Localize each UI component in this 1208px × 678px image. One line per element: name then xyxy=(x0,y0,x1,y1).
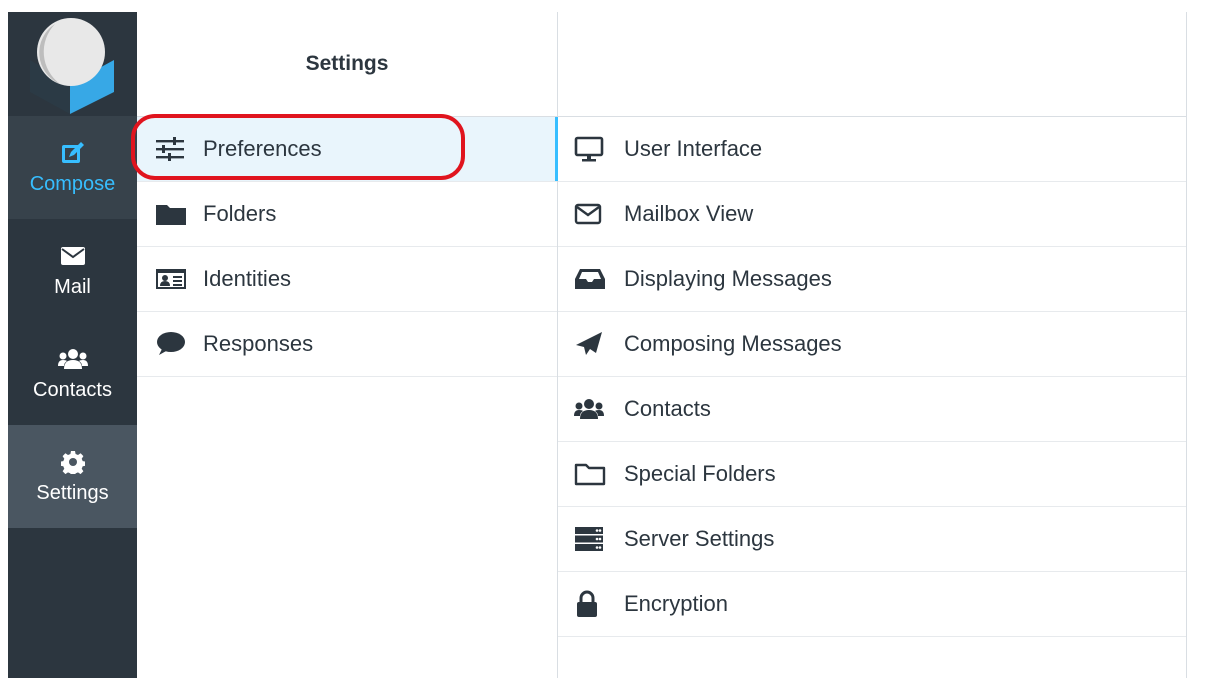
nav-settings[interactable]: Settings xyxy=(8,425,137,528)
app-logo xyxy=(8,12,137,116)
page-title: Settings xyxy=(305,52,389,75)
roundcube-logo-icon xyxy=(30,18,114,114)
settings-item-label: Responses xyxy=(203,331,314,356)
top-spacer xyxy=(8,0,1208,12)
settings-item-identities[interactable]: Identities xyxy=(137,247,557,312)
nav-compose-label: Compose xyxy=(29,173,116,195)
users-icon xyxy=(57,345,88,373)
users-icon xyxy=(574,395,608,423)
pref-item-label: Displaying Messages xyxy=(624,266,832,291)
envelope-icon xyxy=(60,242,86,270)
nav-settings-label: Settings xyxy=(36,482,109,504)
pref-item-label: Encryption xyxy=(624,591,728,616)
pref-item-label: Composing Messages xyxy=(624,331,842,356)
preferences-sections-panel: User Interface Mailbox View Displaying M… xyxy=(558,12,1187,678)
monitor-icon xyxy=(574,135,608,163)
settings-item-label: Identities xyxy=(203,266,292,291)
pref-item-label: Mailbox View xyxy=(624,201,754,226)
pref-item-label: Contacts xyxy=(624,396,711,421)
nav-contacts-label: Contacts xyxy=(33,379,112,401)
settings-item-preferences[interactable]: Preferences xyxy=(137,117,558,182)
nav-compose[interactable]: Compose xyxy=(8,116,137,219)
settings-header: Settings xyxy=(137,12,557,117)
inbox-icon xyxy=(574,265,608,293)
pref-item-composing-messages[interactable]: Composing Messages xyxy=(558,312,1186,377)
server-icon xyxy=(574,525,608,553)
paper-plane-icon xyxy=(574,330,608,358)
id-card-icon xyxy=(155,265,191,293)
speech-bubble-icon xyxy=(155,330,191,358)
nav-contacts[interactable]: Contacts xyxy=(8,322,137,425)
settings-item-responses[interactable]: Responses xyxy=(137,312,557,377)
gear-icon xyxy=(60,448,85,476)
pref-item-mailbox-view[interactable]: Mailbox View xyxy=(558,182,1186,247)
pref-item-label: User Interface xyxy=(624,136,763,161)
pref-item-server-settings[interactable]: Server Settings xyxy=(558,507,1186,572)
sliders-icon xyxy=(155,135,191,163)
settings-item-label: Folders xyxy=(203,201,277,226)
pref-item-contacts[interactable]: Contacts xyxy=(558,377,1186,442)
pref-item-label: Special Folders xyxy=(624,461,776,486)
envelope-outline-icon xyxy=(574,200,608,228)
settings-sections-panel: Settings Preferences Folders Identities … xyxy=(137,12,558,678)
settings-item-label: Preferences xyxy=(203,136,322,161)
nav-mail[interactable]: Mail xyxy=(8,219,137,322)
main-navigation: Compose Mail Contacts Settings xyxy=(8,12,137,678)
nav-mail-label: Mail xyxy=(54,276,91,298)
pref-item-special-folders[interactable]: Special Folders xyxy=(558,442,1186,507)
lock-icon xyxy=(574,590,608,618)
compose-icon xyxy=(60,139,86,167)
preferences-header xyxy=(558,12,1186,117)
pref-item-encryption[interactable]: Encryption xyxy=(558,572,1186,637)
pref-item-displaying-messages[interactable]: Displaying Messages xyxy=(558,247,1186,312)
pref-item-user-interface[interactable]: User Interface xyxy=(558,117,1186,182)
pref-item-label: Server Settings xyxy=(624,526,775,551)
folder-outline-icon xyxy=(574,460,608,488)
settings-item-folders[interactable]: Folders xyxy=(137,182,557,247)
folder-icon xyxy=(155,200,191,228)
